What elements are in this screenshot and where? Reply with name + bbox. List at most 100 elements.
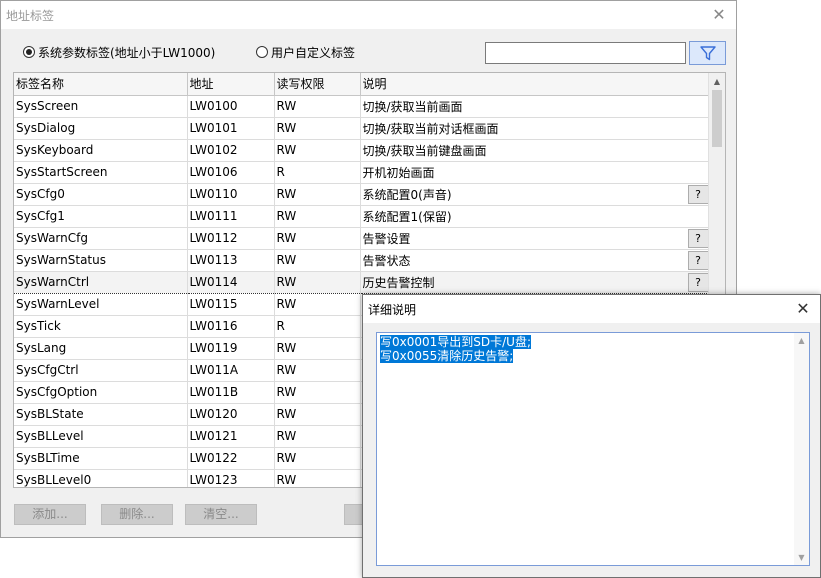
delete-button[interactable]: 删除... bbox=[101, 504, 173, 525]
scroll-up-icon[interactable]: ▲ bbox=[709, 73, 725, 90]
description-cell[interactable]: 切换/获取当前对话框画面 bbox=[360, 117, 710, 140]
custom-tags-radio-label[interactable]: 用户自定义标签 bbox=[271, 44, 355, 61]
tag-name-cell[interactable]: SysCfg0 bbox=[14, 183, 188, 206]
column-header-address[interactable]: 地址 bbox=[187, 73, 275, 96]
column-header-access[interactable]: 读写权限 bbox=[274, 73, 361, 96]
custom-tags-radio[interactable]: 用户自定义标签 bbox=[256, 43, 355, 61]
address-cell[interactable]: LW0115 bbox=[187, 293, 275, 316]
address-cell[interactable]: LW0111 bbox=[187, 205, 275, 228]
tag-name-cell[interactable]: SysTick bbox=[14, 315, 188, 338]
address-cell[interactable]: LW0112 bbox=[187, 227, 275, 250]
scroll-down-icon[interactable]: ▼ bbox=[794, 553, 809, 562]
close-icon[interactable]: ✕ bbox=[708, 4, 730, 26]
address-cell[interactable]: LW0100 bbox=[187, 95, 275, 118]
access-cell[interactable]: RW bbox=[274, 403, 361, 426]
description-cell[interactable]: 开机初始画面 bbox=[360, 161, 710, 184]
detail-line[interactable]: 写0x0001导出到SD卡/U盘; bbox=[380, 335, 806, 349]
tag-name-cell[interactable]: SysWarnLevel bbox=[14, 293, 188, 316]
address-cell[interactable]: LW0123 bbox=[187, 469, 275, 487]
tag-name-cell[interactable]: SysWarnCfg bbox=[14, 227, 188, 250]
tag-name-cell[interactable]: SysKeyboard bbox=[14, 139, 188, 162]
close-icon[interactable]: ✕ bbox=[792, 298, 814, 320]
tag-name-cell[interactable]: SysBLLevel0 bbox=[14, 469, 188, 487]
table-row[interactable]: SysKeyboard LW0102 RW 切换/获取当前键盘画面 bbox=[14, 139, 710, 162]
tag-name-cell[interactable]: SysBLState bbox=[14, 403, 188, 426]
help-button[interactable]: ? bbox=[687, 184, 708, 204]
add-button[interactable]: 添加... bbox=[14, 504, 86, 525]
tag-name-cell[interactable]: SysBLLevel bbox=[14, 425, 188, 448]
address-cell[interactable]: LW0121 bbox=[187, 425, 275, 448]
address-cell[interactable]: LW0116 bbox=[187, 315, 275, 338]
access-cell[interactable]: RW bbox=[274, 381, 361, 404]
access-cell[interactable]: RW bbox=[274, 293, 361, 316]
tag-name-cell[interactable]: SysDialog bbox=[14, 117, 188, 140]
column-header-description[interactable]: 说明 bbox=[360, 73, 710, 96]
address-cell[interactable]: LW0122 bbox=[187, 447, 275, 470]
access-cell[interactable]: RW bbox=[274, 359, 361, 382]
access-cell[interactable]: RW bbox=[274, 95, 361, 118]
access-cell[interactable]: RW bbox=[274, 425, 361, 448]
tag-name-cell[interactable]: SysCfg1 bbox=[14, 205, 188, 228]
description-cell[interactable]: 切换/获取当前键盘画面 bbox=[360, 139, 710, 162]
tag-name-cell[interactable]: SysWarnStatus bbox=[14, 249, 188, 272]
address-cell[interactable]: LW0106 bbox=[187, 161, 275, 184]
address-cell[interactable]: LW0101 bbox=[187, 117, 275, 140]
address-cell[interactable]: LW0114 bbox=[187, 270, 275, 294]
access-cell[interactable]: RW bbox=[274, 205, 361, 228]
tag-name-cell[interactable]: SysLang bbox=[14, 337, 188, 360]
detail-line[interactable]: 写0x0055清除历史告警; bbox=[380, 349, 806, 363]
access-cell[interactable]: RW bbox=[274, 227, 361, 250]
tag-name-cell[interactable]: SysCfgOption bbox=[14, 381, 188, 404]
system-tags-radio-label[interactable]: 系统参数标签(地址小于LW1000) bbox=[38, 44, 215, 61]
access-cell[interactable]: RW bbox=[274, 469, 361, 487]
table-row[interactable]: SysWarnStatus LW0113 RW 告警状态? bbox=[14, 249, 710, 272]
description-cell[interactable]: 系统配置0(声音)? bbox=[360, 183, 710, 206]
address-cell[interactable]: LW0113 bbox=[187, 249, 275, 272]
radio-unchecked-icon[interactable] bbox=[256, 46, 268, 58]
tag-name-cell[interactable]: SysCfgCtrl bbox=[14, 359, 188, 382]
access-cell[interactable]: R bbox=[274, 315, 361, 338]
table-row[interactable]: SysCfg1 LW0111 RW 系统配置1(保留) bbox=[14, 205, 710, 228]
table-row[interactable]: SysStartScreen LW0106 R 开机初始画面 bbox=[14, 161, 710, 184]
help-button[interactable]: ? bbox=[687, 250, 708, 270]
access-cell[interactable]: RW bbox=[274, 270, 361, 294]
clear-button[interactable]: 清空... bbox=[185, 504, 257, 525]
address-cell[interactable]: LW0120 bbox=[187, 403, 275, 426]
detail-scrollbar[interactable]: ▲ ▼ bbox=[794, 333, 809, 565]
table-row[interactable]: SysDialog LW0101 RW 切换/获取当前对话框画面 bbox=[14, 117, 710, 140]
tag-name-cell[interactable]: SysWarnCtrl bbox=[14, 270, 188, 294]
description-cell[interactable]: 系统配置1(保留) bbox=[360, 205, 710, 228]
address-cell[interactable]: LW0119 bbox=[187, 337, 275, 360]
access-cell[interactable]: RW bbox=[274, 139, 361, 162]
tag-name-cell[interactable]: SysBLTime bbox=[14, 447, 188, 470]
address-cell[interactable]: LW011B bbox=[187, 381, 275, 404]
column-header-name[interactable]: 标签名称 bbox=[14, 73, 188, 96]
access-cell[interactable]: RW bbox=[274, 249, 361, 272]
table-row[interactable]: SysCfg0 LW0110 RW 系统配置0(声音)? bbox=[14, 183, 710, 206]
tag-name-cell[interactable]: SysStartScreen bbox=[14, 161, 188, 184]
description-cell[interactable]: 告警状态? bbox=[360, 249, 710, 272]
radio-checked-icon[interactable] bbox=[23, 46, 35, 58]
access-cell[interactable]: RW bbox=[274, 117, 361, 140]
table-row[interactable]: SysScreen LW0100 RW 切换/获取当前画面 bbox=[14, 95, 710, 118]
address-cell[interactable]: LW011A bbox=[187, 359, 275, 382]
access-cell[interactable]: RW bbox=[274, 183, 361, 206]
search-input[interactable] bbox=[485, 42, 686, 64]
description-cell[interactable]: 告警设置? bbox=[360, 227, 710, 250]
description-cell[interactable]: 切换/获取当前画面 bbox=[360, 95, 710, 118]
address-cell[interactable]: LW0102 bbox=[187, 139, 275, 162]
table-row[interactable]: SysWarnCfg LW0112 RW 告警设置? bbox=[14, 227, 710, 250]
table-row[interactable]: SysWarnCtrl LW0114 RW 历史告警控制? bbox=[14, 270, 710, 294]
detail-textarea[interactable]: 写0x0001导出到SD卡/U盘; 写0x0055清除历史告警; ▲ ▼ bbox=[376, 332, 810, 566]
access-cell[interactable]: RW bbox=[274, 337, 361, 360]
scrollbar-thumb[interactable] bbox=[712, 90, 722, 147]
access-cell[interactable]: R bbox=[274, 161, 361, 184]
help-button[interactable]: ? bbox=[687, 272, 708, 292]
filter-button[interactable] bbox=[689, 41, 726, 65]
access-cell[interactable]: RW bbox=[274, 447, 361, 470]
help-button[interactable]: ? bbox=[687, 228, 708, 248]
address-cell[interactable]: LW0110 bbox=[187, 183, 275, 206]
description-cell[interactable]: 历史告警控制? bbox=[360, 270, 710, 294]
scroll-up-icon[interactable]: ▲ bbox=[794, 336, 809, 345]
tag-name-cell[interactable]: SysScreen bbox=[14, 95, 188, 118]
